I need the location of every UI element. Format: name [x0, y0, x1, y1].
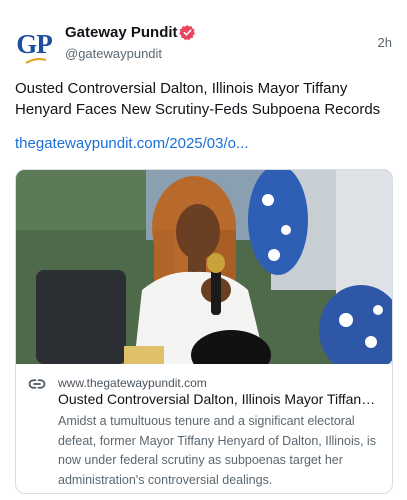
- link-icon: [28, 379, 46, 389]
- card-title[interactable]: Ousted Controversial Dalton, Illinois Ma…: [58, 391, 382, 407]
- link-preview-card[interactable]: www.thegatewaypundit.com Ousted Controve…: [15, 169, 393, 494]
- article-thumbnail-image[interactable]: [16, 170, 392, 364]
- logo-swoosh-icon: [25, 58, 47, 64]
- avatar[interactable]: GP: [12, 22, 56, 66]
- author-name[interactable]: Gateway Pundit: [65, 24, 178, 41]
- post-timestamp[interactable]: 2h: [378, 35, 392, 50]
- post-text: Ousted Controversial Dalton, Illinois Ma…: [15, 80, 381, 118]
- card-description: Amidst a tumultuous tenure and a signifi…: [58, 414, 376, 487]
- post-card[interactable]: GP Gateway Pundit @gatewaypundit 2h Oust…: [0, 0, 407, 500]
- verified-badge-icon: [179, 25, 195, 41]
- card-body[interactable]: www.thegatewaypundit.com Ousted Controve…: [16, 364, 392, 493]
- post-link[interactable]: thegatewaypundit.com/2025/03/o...: [15, 135, 249, 152]
- author-handle[interactable]: @gatewaypundit: [65, 46, 162, 61]
- avatar-logo-text: GP: [16, 28, 52, 59]
- card-domain: www.thegatewaypundit.com: [58, 376, 207, 390]
